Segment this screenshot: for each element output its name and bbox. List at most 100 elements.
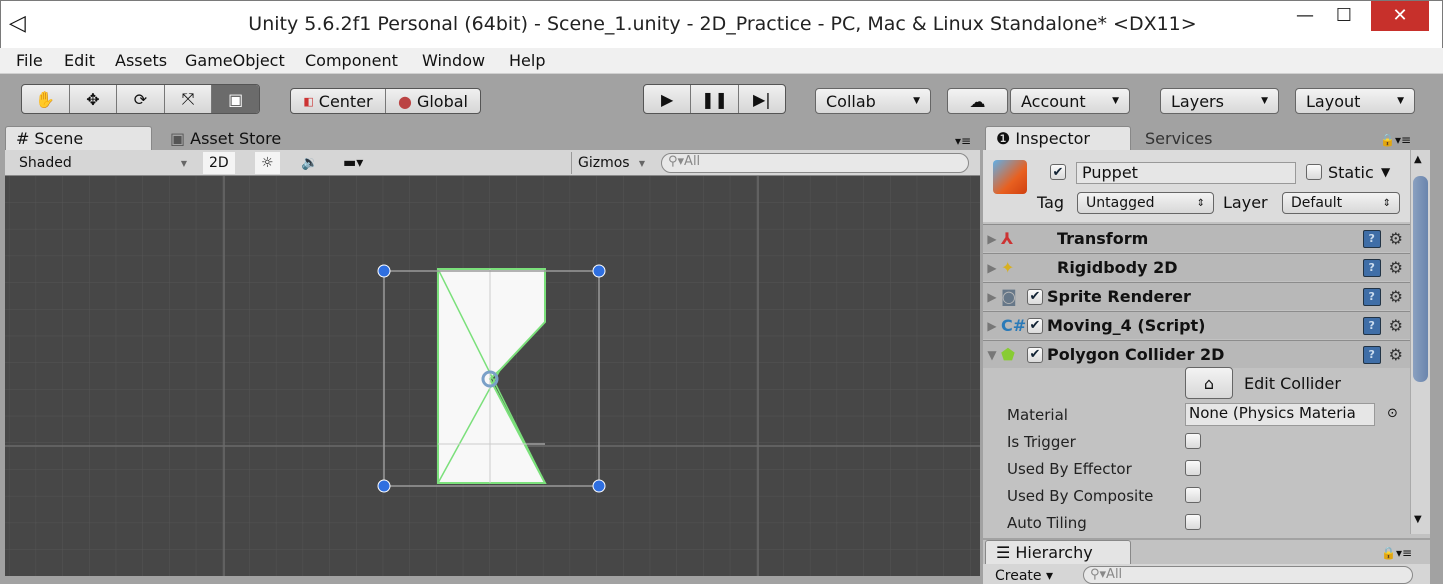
pause-button[interactable]: ❚❚ bbox=[691, 85, 739, 113]
rect-tool-icon[interactable]: ▣ bbox=[212, 85, 259, 113]
rect-handle[interactable] bbox=[592, 264, 606, 278]
scene-search-input[interactable]: ⚲▾All bbox=[661, 153, 969, 173]
effects-icon[interactable]: ▬▾ bbox=[337, 152, 369, 174]
tab-scene[interactable]: # Scene bbox=[5, 126, 152, 150]
menu-gameobject[interactable]: GameObject bbox=[185, 51, 285, 70]
gear-icon[interactable]: ⚙ bbox=[1389, 345, 1403, 364]
search-icon: ⚲▾ bbox=[1090, 567, 1107, 582]
move-tool-icon[interactable]: ✥ bbox=[70, 85, 118, 113]
account-dropdown[interactable]: Account ▼ bbox=[1010, 88, 1130, 114]
chevron-down-icon: ▼ bbox=[1112, 96, 1119, 106]
layout-dropdown[interactable]: Layout ▼ bbox=[1295, 88, 1415, 114]
help-icon[interactable]: ? bbox=[1362, 345, 1381, 364]
create-dropdown[interactable]: Create ▾ bbox=[995, 568, 1053, 584]
menu-file[interactable]: File bbox=[16, 51, 43, 70]
shading-dropdown[interactable]: Shaded ▼ bbox=[13, 152, 193, 174]
static-dropdown-icon[interactable]: ▼ bbox=[1381, 165, 1390, 179]
used-by-effector-label: Used By Effector bbox=[1007, 460, 1132, 478]
tab-scene-label: Scene bbox=[34, 129, 84, 148]
gear-icon[interactable]: ⚙ bbox=[1389, 258, 1403, 277]
layers-dropdown[interactable]: Layers ▼ bbox=[1160, 88, 1279, 114]
scene-view[interactable] bbox=[5, 176, 980, 576]
expand-arrow-icon[interactable]: ▶ bbox=[983, 261, 1001, 275]
component-polygon-collider[interactable]: ▼ ⬟ ✔ Polygon Collider 2D? ⚙ bbox=[983, 340, 1411, 368]
rect-handle[interactable] bbox=[377, 264, 391, 278]
panel-menu-icon[interactable]: ▾≡ bbox=[955, 134, 971, 148]
collab-dropdown[interactable]: Collab ▼ bbox=[815, 88, 931, 114]
csharp-script-icon: C# bbox=[1001, 316, 1027, 335]
component-name: Rigidbody 2D bbox=[1057, 258, 1178, 277]
enabled-checkbox[interactable]: ✔ bbox=[1027, 317, 1043, 334]
gear-icon[interactable]: ⚙ bbox=[1389, 287, 1403, 306]
lighting-icon[interactable]: ☼ bbox=[255, 152, 280, 174]
tab-services[interactable]: Services bbox=[1135, 126, 1222, 150]
enabled-checkbox[interactable]: ✔ bbox=[1027, 288, 1043, 305]
gizmos-dropdown[interactable]: Gizmos ▼ bbox=[571, 152, 651, 174]
edit-collider-button[interactable]: ⌂ bbox=[1185, 367, 1233, 399]
component-name: Moving_4 (Script) bbox=[1047, 316, 1206, 335]
2d-toggle[interactable]: 2D bbox=[203, 152, 235, 174]
menu-window[interactable]: Window bbox=[422, 51, 485, 70]
tag-dropdown[interactable]: Untagged ⇕ bbox=[1077, 192, 1214, 214]
expand-arrow-icon[interactable]: ▶ bbox=[983, 290, 1001, 304]
step-button[interactable]: ▶| bbox=[739, 85, 785, 113]
material-field[interactable]: None (Physics Materia bbox=[1185, 403, 1375, 426]
used-by-effector-checkbox[interactable] bbox=[1185, 460, 1201, 476]
help-icon[interactable]: ? bbox=[1362, 316, 1381, 335]
scale-tool-icon[interactable]: ⤧ bbox=[165, 85, 213, 113]
rotate-tool-icon[interactable]: ⟳ bbox=[117, 85, 165, 113]
component-sprite-renderer[interactable]: ▶ ◙ ✔ Sprite Renderer? ⚙ bbox=[983, 282, 1411, 310]
expand-arrow-icon[interactable]: ▶ bbox=[983, 319, 1001, 333]
component-transform[interactable]: ▶ ⅄ Transform? ⚙ bbox=[983, 224, 1411, 252]
tab-hierarchy-label: Hierarchy bbox=[1015, 543, 1093, 562]
help-icon[interactable]: ? bbox=[1362, 287, 1381, 306]
object-name-input[interactable]: Puppet bbox=[1076, 162, 1296, 184]
is-trigger-checkbox[interactable] bbox=[1185, 433, 1201, 449]
collapse-arrow-icon[interactable]: ▼ bbox=[983, 348, 1001, 362]
menu-assets[interactable]: Assets bbox=[115, 51, 167, 70]
active-checkbox[interactable]: ✔ bbox=[1050, 164, 1066, 180]
global-button[interactable]: ● Global bbox=[386, 89, 480, 113]
play-button[interactable]: ▶ bbox=[644, 85, 692, 113]
tab-asset-store[interactable]: ▣ Asset Store bbox=[160, 126, 291, 150]
tag-label: Tag bbox=[1037, 193, 1065, 212]
rect-handle[interactable] bbox=[592, 479, 606, 493]
updown-icon: ⇕ bbox=[1382, 197, 1391, 209]
menu-component[interactable]: Component bbox=[305, 51, 398, 70]
gear-icon[interactable]: ⚙ bbox=[1389, 316, 1403, 335]
center-button[interactable]: ◧ Center bbox=[291, 89, 386, 113]
maximize-button[interactable]: ☐ bbox=[1321, 1, 1367, 31]
scroll-up-icon[interactable]: ▲ bbox=[1414, 154, 1422, 165]
hierarchy-search-input[interactable]: ⚲▾All bbox=[1083, 566, 1413, 584]
auto-tiling-checkbox[interactable] bbox=[1185, 514, 1201, 530]
gear-icon[interactable]: ⚙ bbox=[1389, 229, 1403, 248]
help-icon[interactable]: ? bbox=[1362, 229, 1381, 248]
help-icon[interactable]: ? bbox=[1362, 258, 1381, 277]
static-checkbox[interactable] bbox=[1306, 164, 1322, 180]
lock-icon[interactable]: 🔒▾≡ bbox=[1381, 546, 1412, 560]
scene-toolbar: Shaded ▼ 2D ☼ 🔉 ▬▾ Gizmos ▼ ⚲▾All bbox=[5, 150, 980, 176]
lock-icon[interactable]: 🔒▾≡ bbox=[1380, 133, 1411, 147]
used-by-composite-checkbox[interactable] bbox=[1185, 487, 1201, 503]
audio-icon[interactable]: 🔉 bbox=[295, 152, 324, 174]
expand-arrow-icon[interactable]: ▶ bbox=[983, 232, 1001, 246]
scrollbar-thumb[interactable] bbox=[1413, 176, 1428, 382]
enabled-checkbox[interactable]: ✔ bbox=[1027, 346, 1043, 363]
inspector-scrollbar[interactable]: ▲ ▼ bbox=[1410, 150, 1430, 534]
tab-inspector[interactable]: ❶ Inspector bbox=[985, 126, 1131, 150]
close-button[interactable]: ✕ bbox=[1371, 1, 1429, 31]
rigidbody-icon: ✦ bbox=[1001, 258, 1015, 277]
cloud-button[interactable]: ☁ bbox=[947, 88, 1008, 114]
tab-hierarchy[interactable]: ☰ Hierarchy bbox=[985, 540, 1131, 564]
object-picker-icon[interactable]: ⊙ bbox=[1387, 406, 1398, 421]
component-name: Transform bbox=[1057, 229, 1149, 248]
component-rigidbody2d[interactable]: ▶ ✦ Rigidbody 2D? ⚙ bbox=[983, 253, 1411, 281]
menu-edit[interactable]: Edit bbox=[64, 51, 95, 70]
scroll-down-icon[interactable]: ▼ bbox=[1414, 514, 1422, 525]
layer-dropdown[interactable]: Default ⇕ bbox=[1282, 192, 1400, 214]
hand-tool-icon[interactable]: ✋ bbox=[22, 85, 70, 113]
material-label: Material bbox=[1007, 406, 1068, 424]
rect-handle[interactable] bbox=[377, 479, 391, 493]
component-script[interactable]: ▶ C# ✔ Moving_4 (Script)? ⚙ bbox=[983, 311, 1411, 339]
menu-help[interactable]: Help bbox=[509, 51, 545, 70]
